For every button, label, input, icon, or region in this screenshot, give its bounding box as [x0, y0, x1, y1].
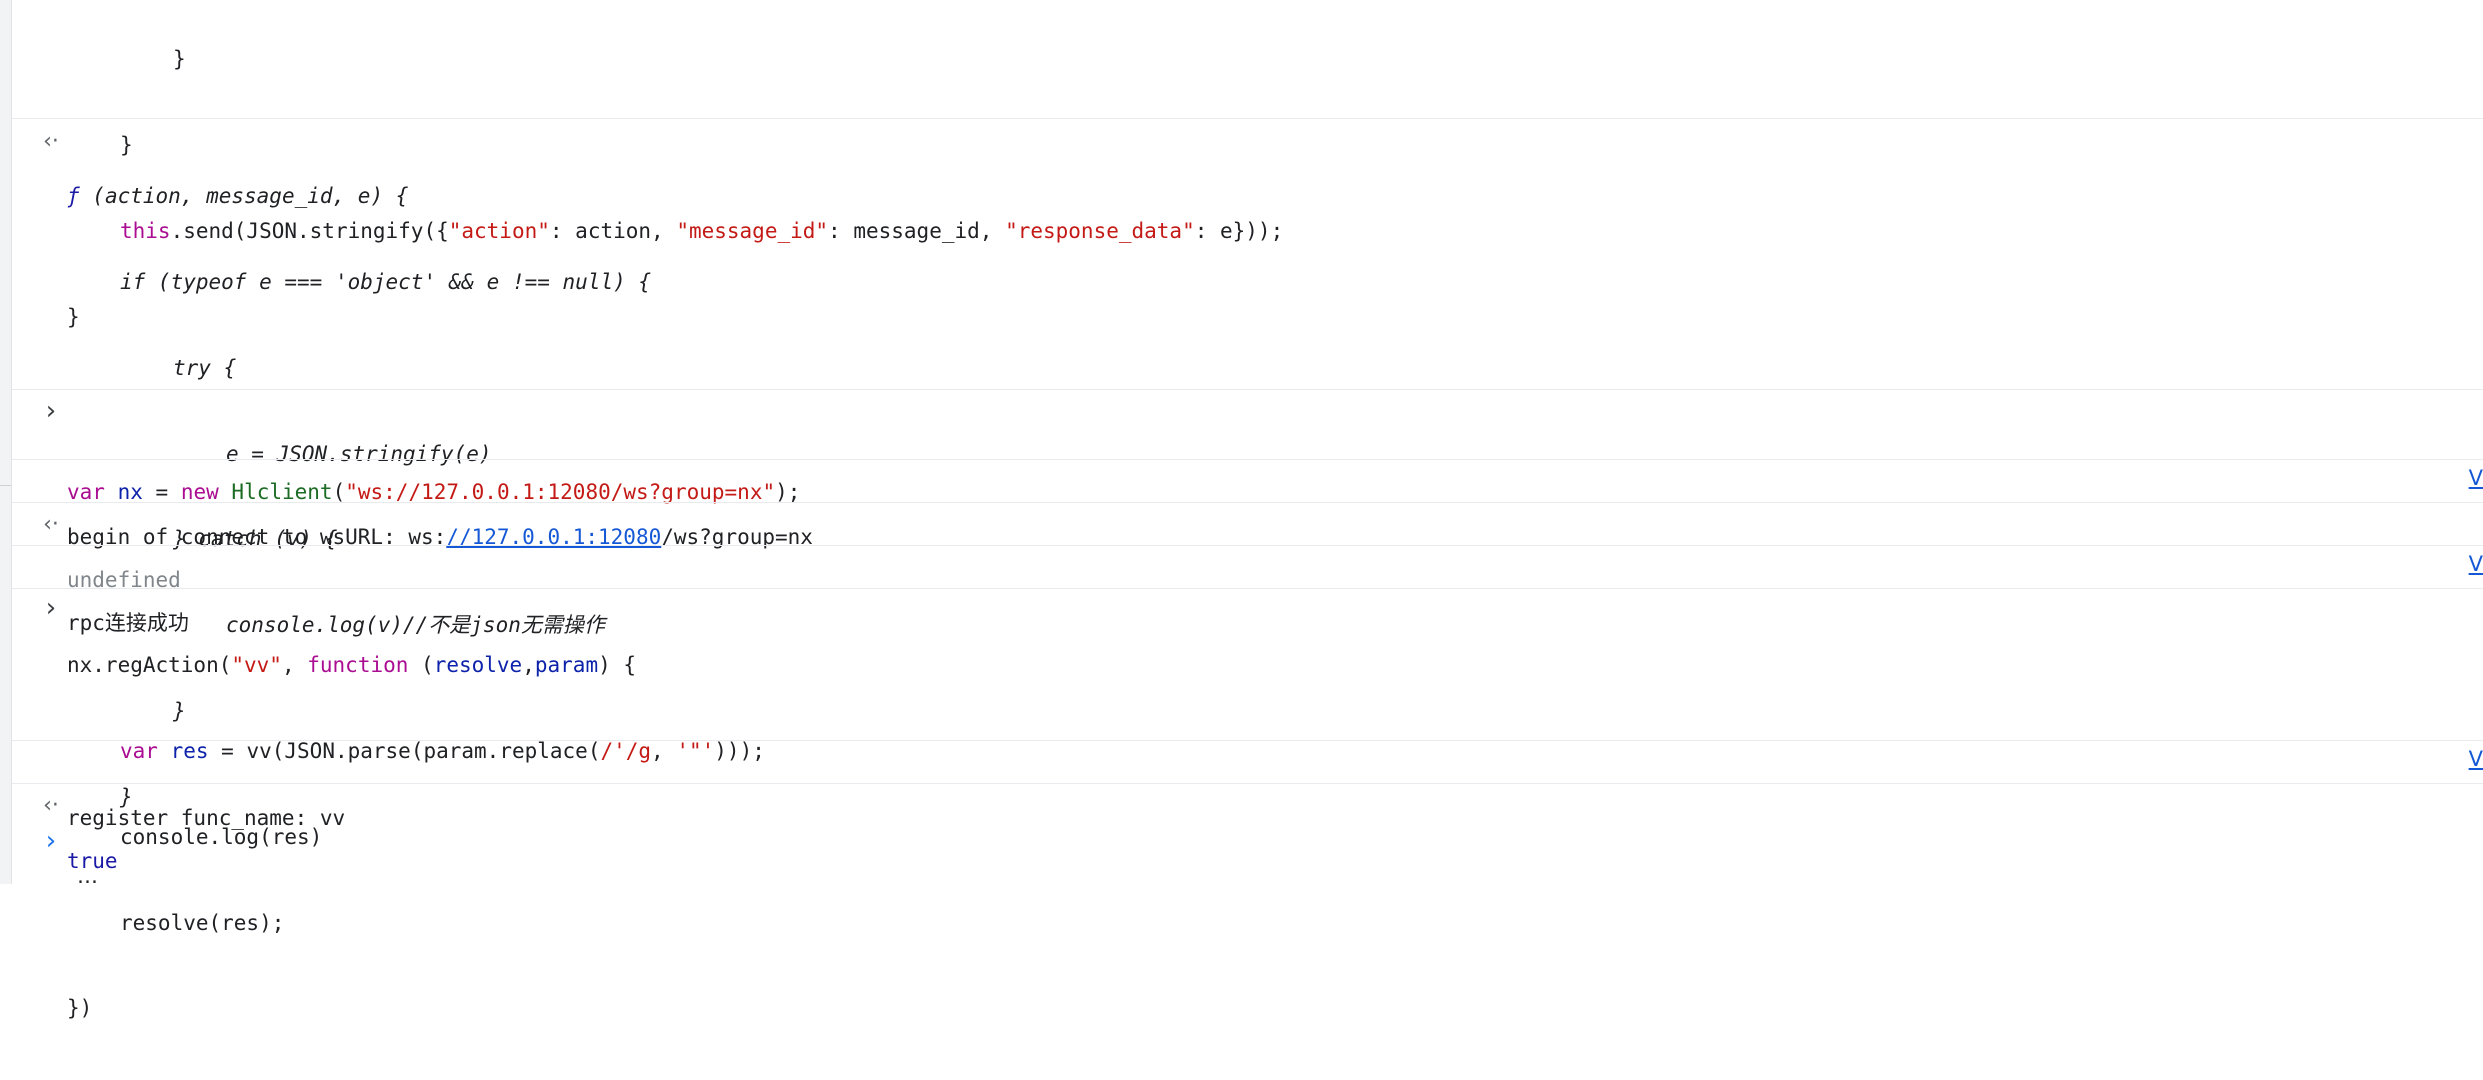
- code-line: if (typeof e === 'object' && e !== null)…: [120, 269, 652, 294]
- console-prompt[interactable]: ›: [12, 826, 2483, 866]
- left-gutter: [0, 0, 12, 884]
- console-entry-command-hlclient[interactable]: › var nx = new Hlclient("ws://127.0.0.1:…: [12, 390, 2483, 504]
- console-log-connect: begin of connect to wsURL: ws://127.0.0.…: [12, 460, 2483, 549]
- code-line: try {: [173, 355, 237, 380]
- console-entry-function-result[interactable]: ‹· ƒ (action, message_id, e) { if (typeo…: [12, 119, 2483, 887]
- devtools-console[interactable]: } } this.send(JSON.stringify({"action": …: [12, 0, 2483, 1020]
- code-line: nx.regAction("vv", function (resolve,par…: [67, 653, 637, 678]
- code-line: }: [173, 47, 186, 72]
- result-arrow-icon: ‹·: [43, 512, 59, 537]
- result-arrow-icon: ‹·: [43, 129, 59, 154]
- gutter-divider: [0, 485, 11, 486]
- code-line: }): [67, 996, 93, 1021]
- source-link[interactable]: V: [2469, 747, 2483, 771]
- input-arrow-icon: ›: [45, 593, 57, 623]
- source-link[interactable]: V: [2469, 552, 2483, 576]
- input-arrow-icon: ›: [45, 396, 57, 426]
- source-link[interactable]: V: [2469, 466, 2483, 490]
- console-result-undefined: ‹· undefined: [12, 503, 2483, 592]
- prompt-arrow-icon: ›: [45, 826, 57, 856]
- result-arrow-icon: ‹·: [43, 793, 59, 818]
- console-result-true: ‹· true: [12, 784, 2483, 873]
- code-line: ƒ (action, message_id, e) {: [67, 184, 409, 209]
- console-entry-command-regaction[interactable]: › nx.regAction("vv", function (resolve,p…: [12, 589, 2483, 1020]
- console-log-rpc: rpc连接成功 V: [12, 546, 2483, 635]
- console-entry-function-source: } } this.send(JSON.stringify({"action": …: [12, 0, 2483, 329]
- console-log-register: register func_name: vv V: [12, 741, 2483, 830]
